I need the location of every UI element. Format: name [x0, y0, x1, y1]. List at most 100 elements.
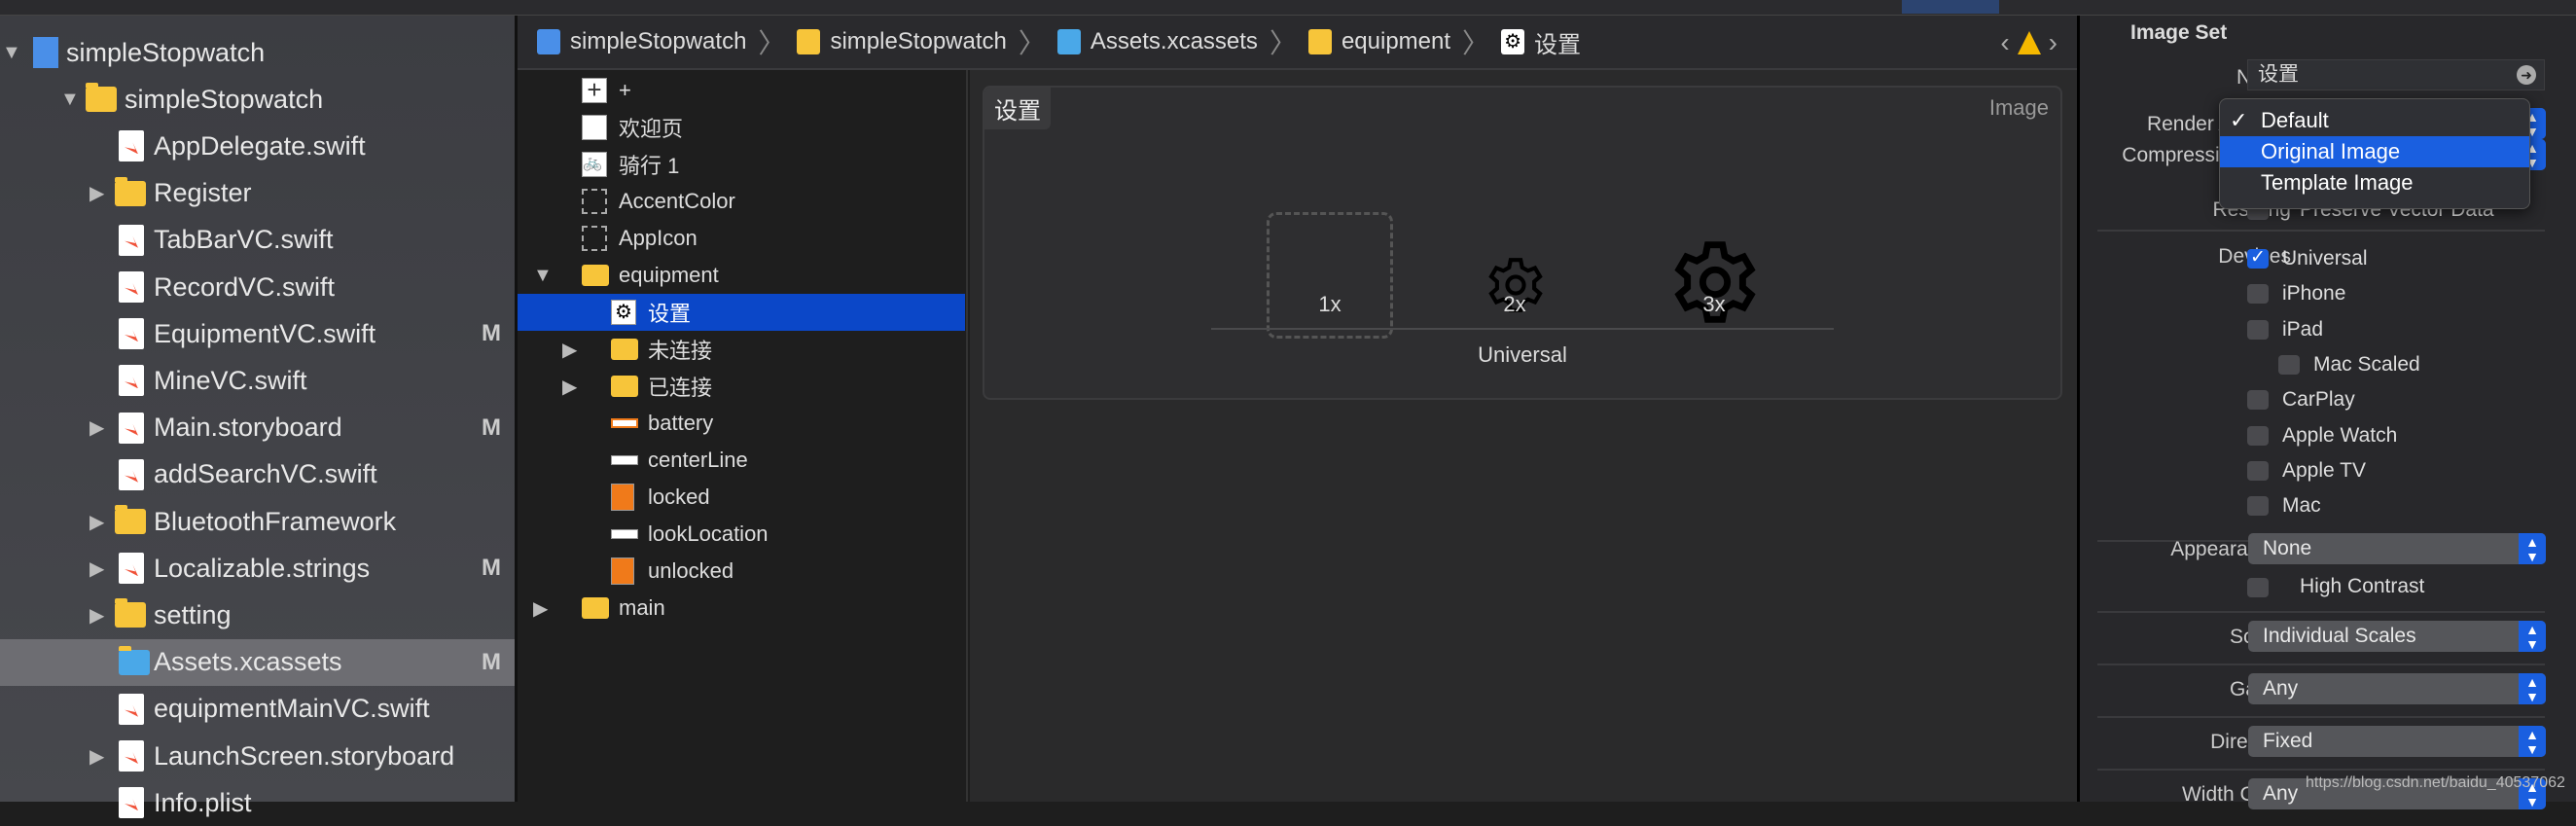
- back-chevron-icon[interactable]: ‹: [2000, 27, 2009, 58]
- navigator-item[interactable]: TabBarVC.swift: [0, 217, 515, 264]
- asset-item[interactable]: ▶ 未连接: [518, 331, 968, 368]
- asset-item[interactable]: AppIcon: [518, 220, 968, 257]
- disclosure-triangle-icon[interactable]: ▶: [533, 596, 548, 621]
- battery-icon: [611, 418, 638, 428]
- navigator-item-label: EquipmentVC.swift: [154, 318, 376, 348]
- scm-status-badge: M: [482, 413, 501, 441]
- render-as-option-label: Default: [2261, 108, 2329, 132]
- navigator-item-label: MineVC.swift: [154, 365, 307, 395]
- disclosure-triangle-icon[interactable]: ▶: [89, 744, 104, 769]
- divider: [2097, 611, 2545, 613]
- disclosure-triangle-icon[interactable]: ▶: [89, 181, 104, 205]
- scales-popup[interactable]: Individual Scales ▲ ▼: [2248, 621, 2546, 652]
- navigator-item[interactable]: ▼ simpleStopwatch: [0, 76, 515, 123]
- navigator-item[interactable]: ▶ Main.storyboard M: [0, 405, 515, 451]
- asset-item[interactable]: ▶ main: [518, 590, 968, 627]
- navigator-item-label: Localizable.strings: [154, 553, 371, 583]
- appearances-popup[interactable]: None ▲ ▼: [2248, 533, 2546, 564]
- disclosure-triangle-icon[interactable]: ▶: [89, 510, 104, 534]
- navigator-item[interactable]: ▶ LaunchScreen.storyboard: [0, 733, 515, 779]
- gamut-popup[interactable]: Any ▲ ▼: [2248, 673, 2546, 704]
- scm-status-badge: M: [482, 320, 501, 347]
- navigator-item[interactable]: Info.plist: [0, 779, 515, 826]
- scm-status-badge: M: [482, 555, 501, 582]
- asset-item[interactable]: 🚲 骑行 1: [518, 146, 968, 183]
- asset-item[interactable]: ⚙ 设置: [518, 294, 965, 331]
- disclosure-triangle-icon[interactable]: ▶: [89, 415, 104, 440]
- navigator-item[interactable]: ▶ BluetoothFramework: [0, 498, 515, 545]
- slot-1x-empty[interactable]: [1267, 212, 1393, 339]
- navigator-item[interactable]: ▼ simpleStopwatch: [0, 29, 515, 76]
- asset-item[interactable]: unlocked: [518, 553, 968, 590]
- folder-icon: [797, 29, 821, 54]
- toolbar-selected-tab[interactable]: [1902, 0, 1999, 14]
- render-as-option[interactable]: Template Image: [2220, 167, 2529, 198]
- disclosure-triangle-icon[interactable]: ▼: [60, 89, 80, 111]
- navigator-item[interactable]: ▶ Localizable.strings M: [0, 545, 515, 592]
- render-as-option[interactable]: ✓ Default: [2220, 105, 2529, 136]
- arrow-circle-icon[interactable]: ➜: [2517, 65, 2536, 85]
- warning-icon[interactable]: [2017, 31, 2041, 54]
- device-checkbox[interactable]: [2247, 246, 2269, 269]
- asset-item[interactable]: centerLine: [518, 442, 968, 479]
- device-label: Apple Watch: [2282, 423, 2398, 447]
- asset-item[interactable]: AccentColor: [518, 183, 968, 220]
- disclosure-triangle-icon[interactable]: ▼: [533, 265, 553, 287]
- navigator-item[interactable]: addSearchVC.swift: [0, 451, 515, 498]
- navigator-item[interactable]: Assets.xcassets M: [0, 638, 515, 686]
- unlock-icon: [611, 557, 634, 585]
- asset-item[interactable]: ▶ 已连接: [518, 368, 968, 405]
- disclosure-triangle-icon[interactable]: ▶: [562, 375, 577, 399]
- swift-file-icon: [119, 130, 144, 162]
- stepper-icon: ▲ ▼: [2519, 533, 2546, 564]
- disclosure-triangle-icon[interactable]: ▶: [89, 603, 104, 628]
- asset-item[interactable]: lookLocation: [518, 516, 968, 553]
- breadcrumb-item[interactable]: equipment: [1307, 28, 1450, 55]
- device-checkbox[interactable]: [2247, 390, 2269, 411]
- name-field[interactable]: 设置 ➜: [2247, 59, 2545, 90]
- device-checkbox[interactable]: [2278, 354, 2300, 375]
- asset-item[interactable]: + +: [518, 72, 968, 109]
- disclosure-triangle-icon[interactable]: ▼: [2, 42, 21, 64]
- navigator-item[interactable]: AppDelegate.swift: [0, 123, 515, 169]
- navigator-item[interactable]: ▶ Register: [0, 170, 515, 217]
- navigator-item-label: Info.plist: [154, 787, 252, 817]
- disclosure-triangle-icon[interactable]: ▶: [89, 557, 104, 581]
- device-checkbox[interactable]: [2247, 319, 2269, 340]
- navigator-item[interactable]: RecordVC.swift: [0, 264, 515, 310]
- asset-item[interactable]: 欢迎页: [518, 109, 968, 146]
- high-contrast-checkbox[interactable]: [2247, 578, 2269, 597]
- asset-item[interactable]: ▼ equipment: [518, 257, 968, 294]
- direction-popup[interactable]: Fixed ▲ ▼: [2248, 726, 2546, 757]
- divider: [2097, 716, 2545, 718]
- strings-file-icon: [119, 553, 144, 585]
- asset-item-label: 骑行 1: [619, 154, 680, 178]
- breadcrumb-item[interactable]: Assets.xcassets: [1056, 28, 1258, 55]
- navigator-item[interactable]: EquipmentVC.swift M: [0, 310, 515, 357]
- folder-icon: [86, 83, 117, 113]
- appicon-set-icon: [582, 226, 607, 251]
- folder-icon: [115, 598, 146, 628]
- render-as-option[interactable]: Original Image: [2220, 136, 2529, 167]
- asset-item-label: equipment: [619, 263, 719, 287]
- navigator-item[interactable]: MineVC.swift: [0, 357, 515, 404]
- image-set-type: Image: [1988, 95, 2049, 120]
- image-icon: [582, 115, 607, 140]
- navigator-item-label: AppDelegate.swift: [154, 130, 366, 161]
- device-checkbox[interactable]: [2247, 496, 2269, 517]
- navigator-item-label: simpleStopwatch: [125, 84, 324, 114]
- forward-chevron-icon[interactable]: ›: [2049, 27, 2057, 58]
- asset-item[interactable]: locked: [518, 479, 968, 516]
- navigator-item[interactable]: ▶ setting: [0, 592, 515, 638]
- disclosure-triangle-icon[interactable]: ▶: [562, 338, 577, 362]
- image-set-title: 设置: [984, 88, 1051, 129]
- divider: [1211, 328, 1834, 330]
- breadcrumb-item[interactable]: simpleStopwatch: [797, 28, 1007, 55]
- device-checkbox[interactable]: [2247, 425, 2269, 446]
- device-checkbox[interactable]: [2247, 460, 2269, 481]
- breadcrumb-item[interactable]: simpleStopwatch: [537, 28, 746, 55]
- device-checkbox[interactable]: [2247, 284, 2269, 305]
- asset-item[interactable]: battery: [518, 405, 968, 442]
- breadcrumb-item[interactable]: ⚙ 设置: [1501, 25, 1581, 59]
- navigator-item[interactable]: equipmentMainVC.swift: [0, 686, 515, 733]
